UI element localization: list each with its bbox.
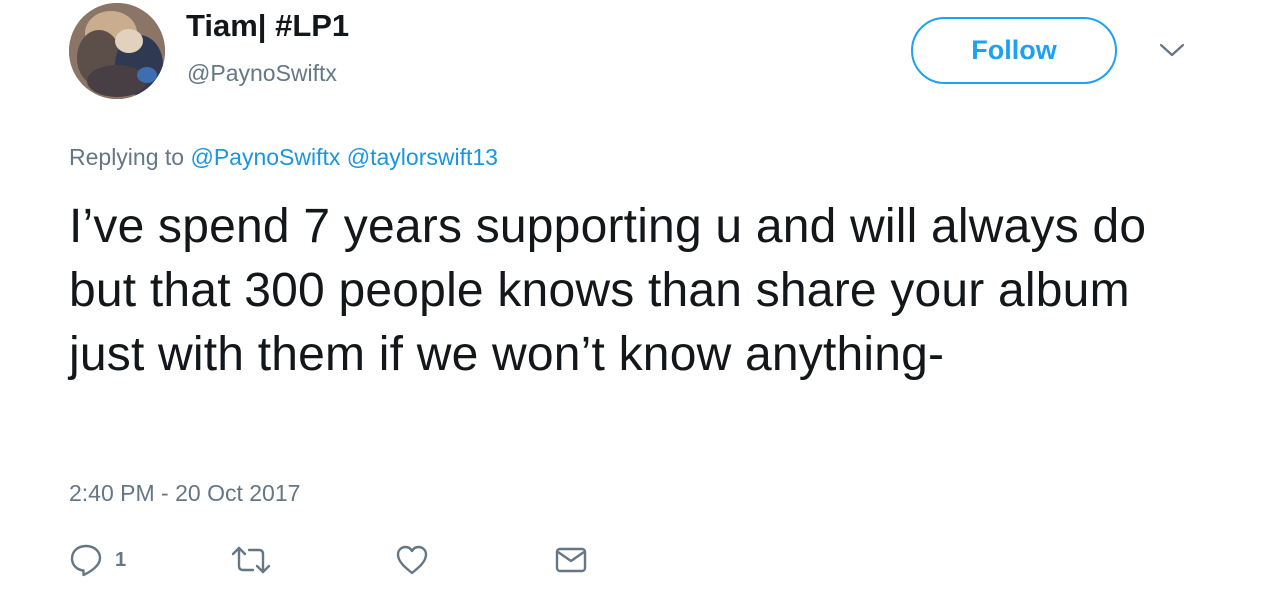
reply-count: 1 bbox=[115, 548, 127, 571]
direct-message-button[interactable] bbox=[553, 542, 589, 578]
reply-icon bbox=[69, 542, 103, 578]
mention-link-taylorswift13[interactable]: @taylorswift13 bbox=[347, 144, 498, 170]
author-display-name[interactable]: Tiam| #LP1 bbox=[186, 8, 349, 44]
replying-to-label: Replying to bbox=[69, 144, 185, 170]
heart-icon bbox=[394, 542, 430, 578]
envelope-icon bbox=[553, 542, 589, 578]
like-button[interactable] bbox=[394, 542, 430, 578]
tweet-text: I’ve spend 7 years supporting u and will… bbox=[69, 200, 1147, 381]
retweet-button[interactable] bbox=[229, 542, 273, 578]
chevron-down-icon[interactable] bbox=[1158, 38, 1186, 62]
reply-button[interactable]: 1 bbox=[69, 542, 126, 578]
avatar[interactable] bbox=[69, 3, 165, 99]
mention-link-paynoswiftx[interactable]: @PaynoSwiftx bbox=[190, 144, 340, 170]
replying-to-line: Replying to @PaynoSwiftx @taylorswift13 bbox=[69, 144, 498, 171]
follow-button[interactable]: Follow bbox=[911, 17, 1117, 84]
author-handle[interactable]: @PaynoSwiftx bbox=[187, 60, 337, 87]
avatar-photo bbox=[69, 3, 165, 99]
retweet-icon bbox=[229, 542, 273, 578]
tweet-timestamp[interactable]: 2:40 PM - 20 Oct 2017 bbox=[69, 480, 300, 507]
